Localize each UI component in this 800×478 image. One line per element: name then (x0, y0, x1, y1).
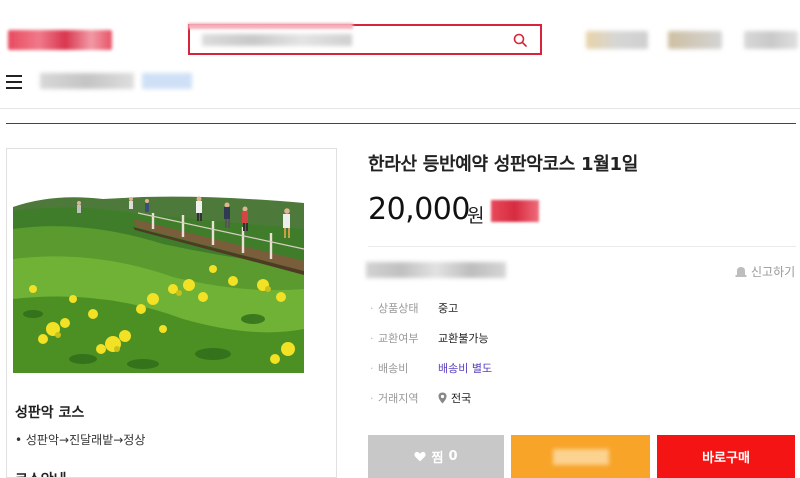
menu-icon[interactable] (6, 75, 22, 89)
info-bullet: · (370, 301, 374, 315)
like-button[interactable]: 찜 0 (368, 435, 504, 478)
location-pin-icon (438, 392, 447, 404)
like-count: 0 (448, 449, 458, 464)
price-unit: 원 (467, 205, 485, 227)
price-badge (491, 200, 539, 222)
product-photo[interactable] (13, 189, 304, 373)
info-value: 전국 (451, 392, 472, 405)
siren-icon (735, 267, 747, 277)
info-label: 배송비 (378, 362, 409, 375)
header-nav-talk[interactable] (744, 31, 798, 49)
product-stats (366, 262, 506, 278)
description-heading: 성판악 코스 (15, 405, 85, 421)
description-subheading: 코스안내 (15, 469, 67, 477)
header-nav-store[interactable] (668, 31, 722, 49)
info-bullet: · (370, 331, 374, 345)
content-divider (6, 123, 796, 124)
info-row-region: · 거래지역 전국 (370, 390, 471, 406)
site-logo[interactable] (8, 30, 112, 50)
category-breadcrumb-link[interactable] (142, 73, 192, 89)
buy-now-label: 바로구매 (702, 451, 750, 466)
report-label: 신고하기 (751, 265, 796, 279)
info-label: 상품상태 (378, 302, 419, 315)
info-value: 교환불가능 (438, 332, 489, 345)
like-label: 찜 (431, 451, 444, 466)
product-title: 한라산 등반예약 성판악코스 1월1일 (368, 154, 638, 175)
info-row-exchange: · 교환여부 교환불가능 (370, 330, 489, 346)
info-row-shipping: · 배송비 배송비 별도 (370, 360, 492, 376)
search-icon[interactable] (512, 32, 528, 48)
info-bullet: · (370, 391, 374, 405)
info-row-condition: · 상품상태 중고 (370, 300, 458, 316)
info-bullet: · (370, 361, 374, 375)
category-breadcrumb[interactable] (40, 73, 134, 89)
header-nav-sell[interactable] (586, 31, 648, 49)
description-route: • 성판악→진달래밭→정상 (15, 433, 146, 447)
buy-now-button[interactable]: 바로구매 (657, 435, 795, 478)
header-divider (0, 108, 800, 109)
info-value: 중고 (438, 302, 459, 315)
info-label: 교환여부 (378, 332, 419, 345)
search-bar[interactable] (188, 23, 542, 55)
search-input[interactable] (202, 34, 352, 46)
search-promo-strip (188, 23, 353, 29)
detail-divider (368, 246, 796, 247)
chat-button-label (552, 448, 609, 465)
product-price: 20,000 (368, 192, 470, 227)
info-label: 거래지역 (378, 392, 419, 405)
heart-icon (414, 451, 427, 462)
product-image-card: 성판악 코스 • 성판악→진달래밭→정상 코스안내 (6, 148, 337, 478)
report-button[interactable]: 신고하기 (735, 263, 795, 280)
chat-button[interactable] (511, 435, 650, 478)
shipping-fee-link[interactable]: 배송비 별도 (438, 360, 492, 376)
